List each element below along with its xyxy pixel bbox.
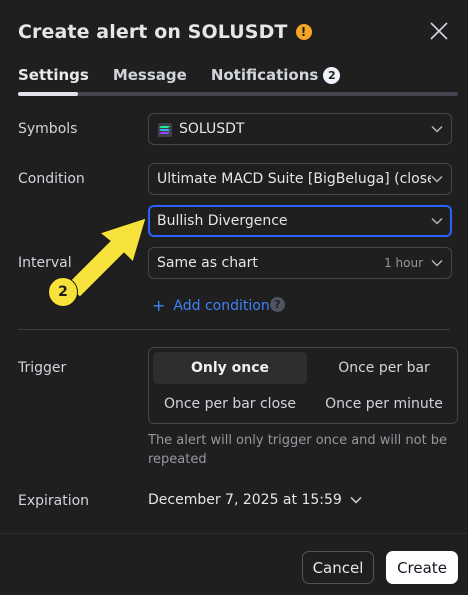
solana-icon — [158, 123, 172, 137]
condition-value: Ultimate MACD Suite [BigBeluga] (close, … — [157, 171, 431, 187]
dialog-title: Create alert on SOLUSDT — [18, 21, 288, 43]
trigger-label: Trigger — [18, 360, 67, 376]
section-divider — [18, 329, 450, 330]
expiration-value: December 7, 2025 at 15:59 — [148, 492, 342, 508]
condition-type-select[interactable]: Bullish Divergence — [148, 205, 452, 237]
trigger-option-once-per-bar-close[interactable]: Once per bar close — [153, 388, 307, 420]
dialog-header: Create alert on SOLUSDT ! — [18, 18, 450, 46]
expiration-picker[interactable]: December 7, 2025 at 15:59 — [148, 492, 362, 508]
step-callout-badge: 2 — [48, 277, 78, 307]
help-icon[interactable]: ? — [270, 297, 285, 312]
interval-select[interactable]: Same as chart 1 hour — [148, 247, 452, 279]
chevron-down-icon — [431, 217, 443, 225]
plus-icon: + — [152, 296, 166, 315]
expiration-label: Expiration — [18, 493, 90, 509]
trigger-option-once-per-minute[interactable]: Once per minute — [307, 388, 461, 420]
cancel-button[interactable]: Cancel — [302, 551, 374, 584]
tab-notifications[interactable]: Notifications 2 — [211, 66, 341, 84]
condition-type-value: Bullish Divergence — [157, 213, 288, 229]
notifications-count-badge: 2 — [323, 66, 341, 84]
trigger-option-only-once[interactable]: Only once — [153, 352, 307, 384]
interval-hint: 1 hour — [384, 256, 423, 270]
active-tab-indicator — [18, 92, 78, 96]
tab-settings[interactable]: Settings — [18, 66, 89, 84]
tab-track — [18, 92, 458, 96]
trigger-description: The alert will only trigger once and wil… — [148, 433, 448, 467]
add-condition-label: Add condition — [173, 297, 270, 314]
tab-notifications-label: Notifications — [210, 66, 319, 84]
create-button[interactable]: Create — [386, 551, 458, 584]
symbol-value: SOLUSDT — [179, 121, 245, 137]
condition-label: Condition — [18, 171, 85, 187]
condition-indicator-select[interactable]: Ultimate MACD Suite [BigBeluga] (close, … — [148, 163, 452, 195]
warning-icon[interactable]: ! — [295, 24, 312, 40]
trigger-options: Only once Once per bar Once per bar clos… — [148, 347, 458, 424]
chevron-down-icon — [431, 125, 443, 133]
tab-bar: Settings Message Notifications 2 — [18, 66, 364, 84]
symbol-select[interactable]: SOLUSDT — [148, 113, 452, 145]
footer-divider — [0, 533, 468, 534]
interval-value: Same as chart — [157, 255, 258, 271]
trigger-option-once-per-bar[interactable]: Once per bar — [307, 352, 461, 384]
chevron-down-icon — [431, 175, 443, 183]
symbols-label: Symbols — [18, 121, 78, 137]
close-icon[interactable] — [428, 20, 450, 42]
tab-message[interactable]: Message — [113, 66, 187, 84]
add-condition-link[interactable]: + Add condition — [152, 296, 270, 315]
chevron-down-icon — [350, 496, 362, 504]
interval-label: Interval — [18, 255, 72, 271]
chevron-down-icon — [431, 259, 443, 267]
